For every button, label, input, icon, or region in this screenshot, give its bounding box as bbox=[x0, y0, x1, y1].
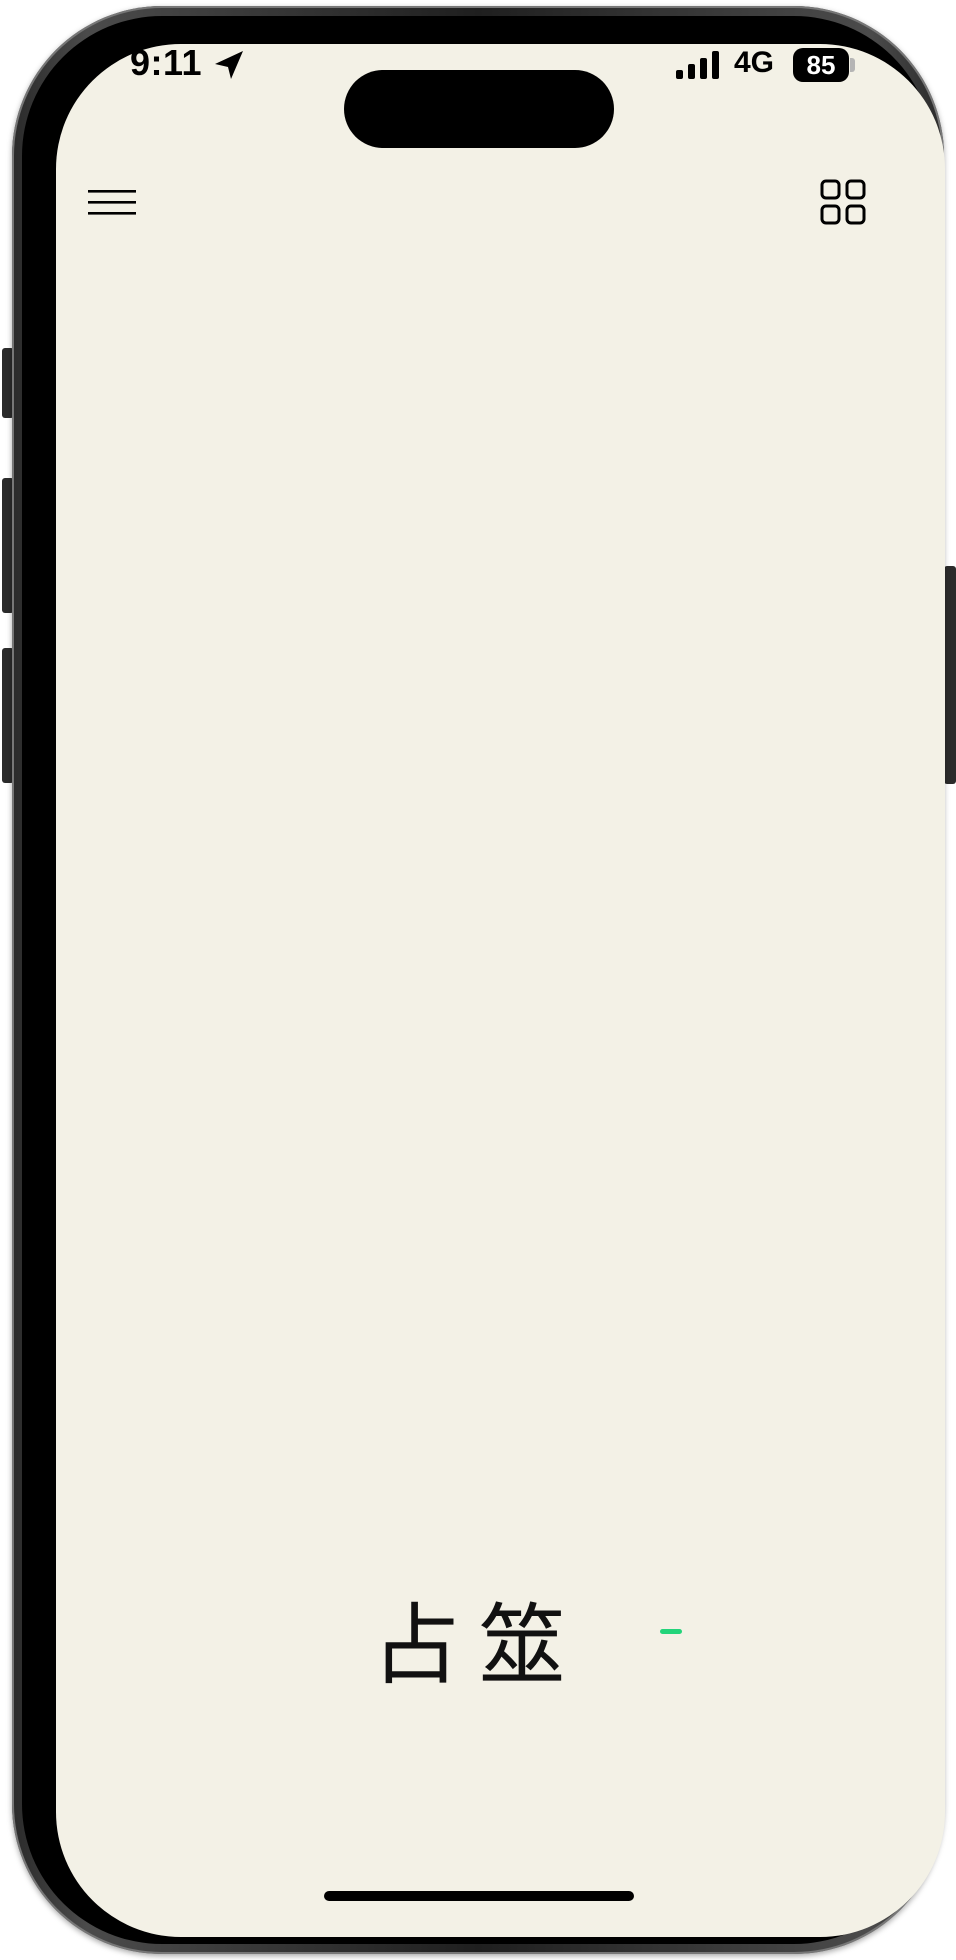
cellular-signal-icon bbox=[676, 51, 719, 79]
battery-cap bbox=[850, 58, 855, 72]
status-time: 9:11 bbox=[130, 42, 203, 83]
power-button bbox=[944, 566, 956, 784]
location-arrow-icon bbox=[215, 51, 243, 79]
dynamic-island bbox=[344, 70, 614, 148]
home-indicator[interactable] bbox=[324, 1891, 634, 1901]
network-type: 4G bbox=[734, 46, 775, 79]
accent-mark bbox=[660, 1629, 682, 1634]
battery-indicator: 85 bbox=[793, 48, 849, 82]
hamburger-menu-icon[interactable] bbox=[88, 190, 138, 216]
grid-view-icon[interactable] bbox=[820, 179, 866, 225]
divination-title[interactable]: 占筮 bbox=[0, 1586, 956, 1706]
